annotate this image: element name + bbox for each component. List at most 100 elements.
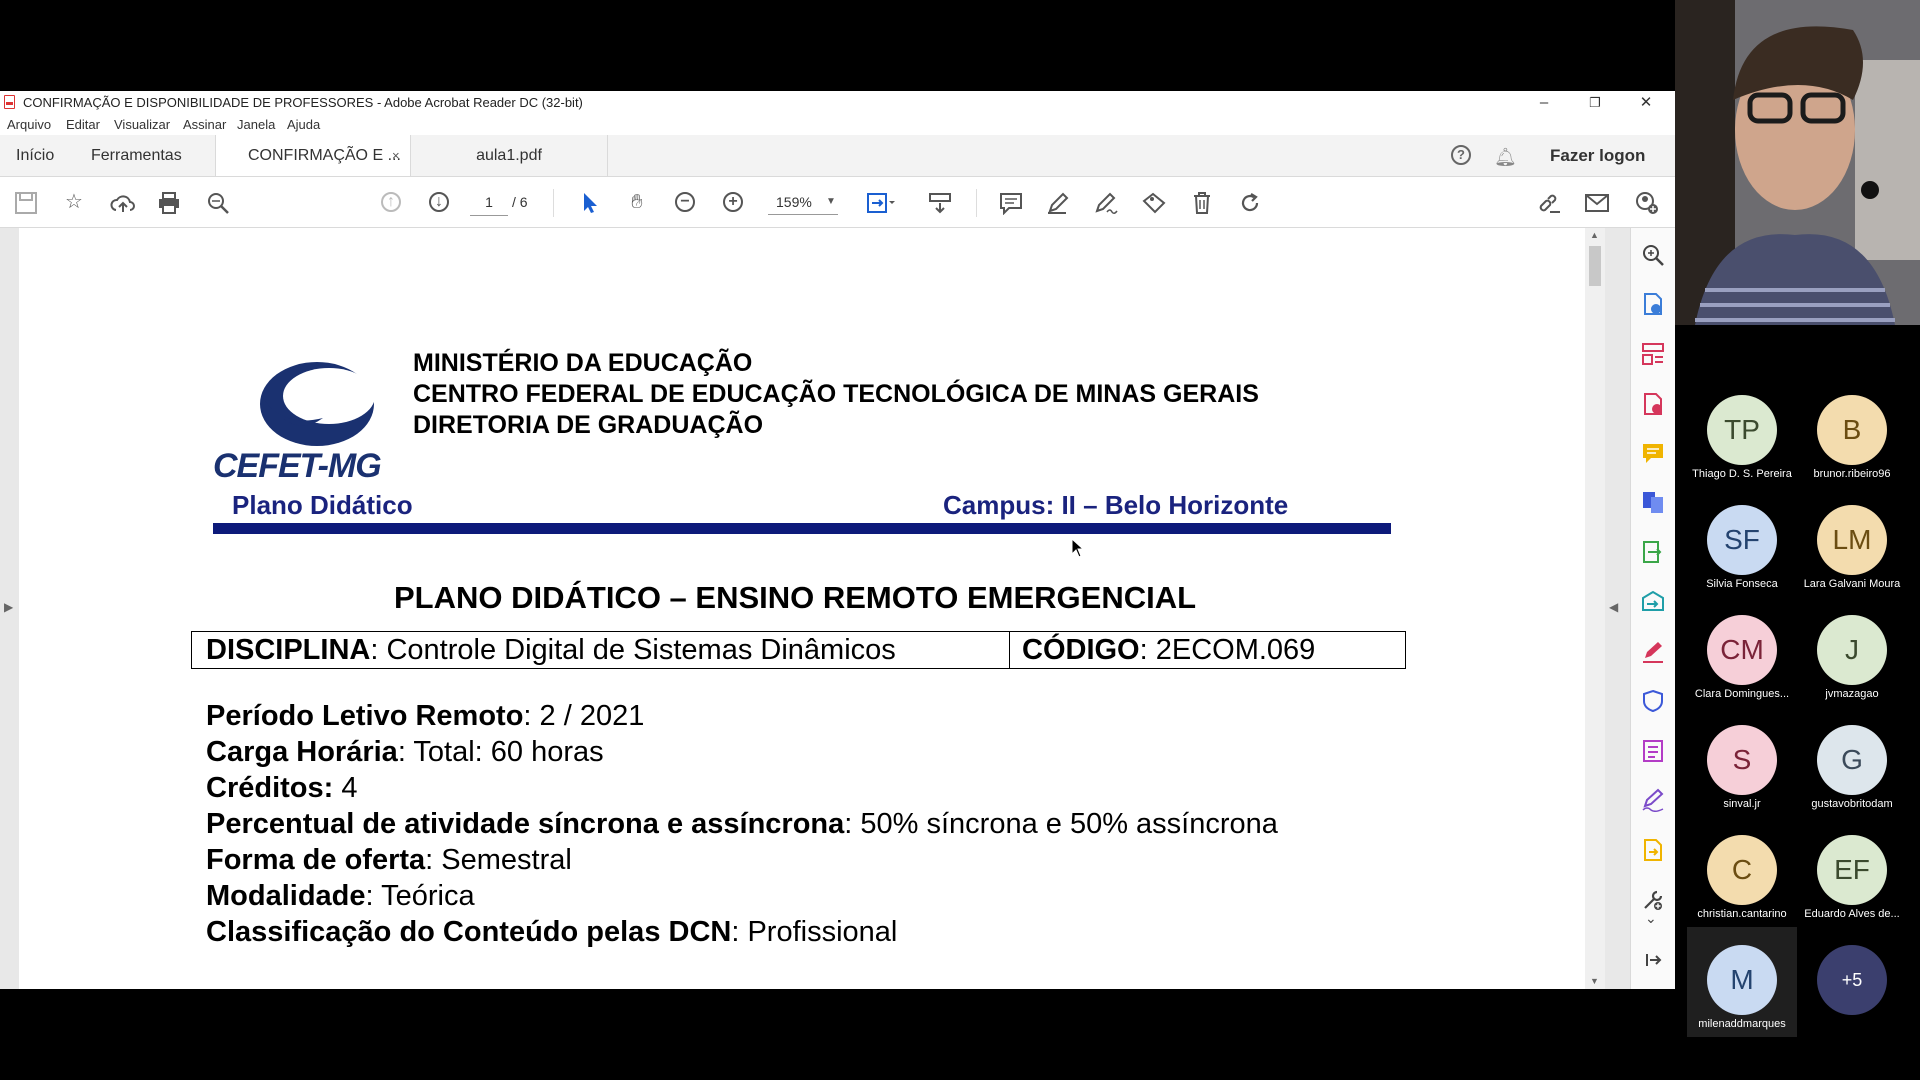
participant-name: Clara Domingues... [1694,688,1790,700]
participant-avatar: CM [1707,615,1777,685]
notification-bell-icon[interactable]: 🔔︎ [1494,147,1517,168]
participant-tile[interactable]: SF Silvia Fonseca [1687,487,1797,597]
participant-tile[interactable]: Mmilenaddmarques [1687,927,1797,1037]
discipline-table: DISCIPLINA: Controle Digital de Sistemas… [191,631,1406,669]
more-tools-icon[interactable] [1641,888,1665,912]
rotate-icon[interactable] [1238,191,1262,215]
close-window-button[interactable]: ✕ [1623,91,1669,115]
info-line-forma: Forma de oferta: Semestral [206,842,572,878]
help-icon[interactable]: ? [1451,145,1471,165]
menu-editar[interactable]: Editar [66,117,100,132]
tab-tools[interactable]: Ferramentas [91,135,182,176]
right-pane-toggle-icon[interactable]: ◀ [1609,600,1618,614]
participant-tile[interactable]: CM Clara Domingues... [1687,597,1797,707]
participant-avatar: TP [1707,395,1777,465]
info-value: : 2 / 2021 [523,700,645,732]
zoom-out-icon[interactable]: − [675,192,695,212]
document-heading: PLANO DIDÁTICO – ENSINO REMOTO EMERGENCI… [394,580,1197,615]
scroll-up-icon[interactable]: ▲ [1590,230,1599,240]
comment-tool-icon[interactable] [1641,441,1665,465]
sign-icon[interactable] [1093,191,1119,215]
comment-icon[interactable] [999,191,1023,215]
participant-tile[interactable]: Jjvmazagao [1797,597,1907,707]
toolbar: ☆ ↑ ↓ 1 / 6 ✋︎ − + 159% ▼ [0,177,1675,228]
restore-button[interactable]: ❐ [1572,91,1618,115]
participant-avatar: LM [1817,505,1887,575]
participant-avatar: G [1817,725,1887,795]
close-tab-icon[interactable]: × [392,135,400,176]
minimize-button[interactable]: – [1521,91,1567,115]
menu-assinar[interactable]: Assinar [183,117,226,132]
participant-avatar: C [1707,835,1777,905]
send-file-icon[interactable] [1641,838,1665,862]
tab-document-aula1[interactable]: aula1.pdf [411,135,608,176]
export-pdf-icon[interactable] [1641,292,1665,316]
participant-tile[interactable]: Ssinval.jr [1687,707,1797,817]
zoom-dropdown-icon[interactable]: ▼ [826,189,836,215]
tab-home[interactable]: Início [16,135,54,176]
cefet-logo-icon [260,362,375,446]
left-pane-toggle-icon[interactable]: ▶ [4,600,13,614]
save-icon[interactable] [14,191,38,215]
organize-pages-icon[interactable] [1641,342,1665,366]
fit-page-icon[interactable] [866,191,896,215]
share-link-icon[interactable] [1536,191,1562,215]
add-user-icon[interactable] [1634,191,1660,215]
center-line: CENTRO FEDERAL DE EDUCAÇÃO TECNOLÓGICA D… [413,380,1259,408]
upload-cloud-icon[interactable] [110,191,136,215]
campus-label: Campus: II – Belo Horizonte [943,490,1289,520]
collapse-pane-icon[interactable] [1641,948,1665,972]
star-icon[interactable]: ☆ [61,189,87,215]
stamp-icon[interactable] [1141,191,1167,215]
tab-document-confirmacao[interactable]: CONFIRMAÇÃO E ... × [215,135,411,176]
zoom-in-icon[interactable]: + [723,192,743,212]
participant-tile[interactable]: Ggustavobritodam [1797,707,1907,817]
participant-tile[interactable]: EF Eduardo Alves de... [1797,817,1907,927]
select-cursor-icon[interactable] [579,191,601,215]
code-label: CÓDIGO [1022,634,1140,666]
forms-icon[interactable] [1641,739,1665,763]
participant-tile[interactable]: Cchristian.cantarino [1687,817,1797,927]
combine-files-icon[interactable] [1641,490,1665,514]
print-icon[interactable] [157,191,181,215]
zoom-search-icon[interactable] [1641,243,1665,267]
participant-name: Silvia Fonseca [1706,578,1778,590]
delete-icon[interactable] [1191,190,1213,216]
participant-tile[interactable]: LM Lara Galvani Moura [1797,487,1907,597]
protect-icon[interactable] [1641,689,1665,713]
search-icon[interactable] [206,191,230,215]
participant-name: sinval.jr [1723,798,1761,810]
scroll-mode-icon[interactable] [928,191,952,215]
page-number-input[interactable]: 1 [470,189,508,216]
participant-tile[interactable]: Bbrunor.ribeiro96 [1797,377,1907,487]
login-button[interactable]: Fazer logon [1550,135,1645,176]
edit-pdf-icon[interactable] [1641,540,1665,564]
menu-visualizar[interactable]: Visualizar [114,117,170,132]
menu-ajuda[interactable]: Ajuda [287,117,320,132]
participant-tile[interactable]: +5 [1797,927,1907,1037]
tab-bar: Início Ferramentas CONFIRMAÇÃO E ... × a… [0,135,1675,177]
document-viewer[interactable]: ▶ CEFET-MG MINISTÉRIO DA EDUCAÇÃO CENTRO… [0,228,1630,989]
highlight-pen-icon[interactable] [1046,191,1070,215]
menu-janela[interactable]: Janela [237,117,275,132]
previous-page-icon[interactable]: ↑ [381,192,401,212]
info-label: Créditos: [206,772,334,804]
acrobat-window: CONFIRMAÇÃO E DISPONIBILIDADE DE PROFESS… [0,91,1676,989]
fill-sign-icon[interactable] [1641,640,1665,664]
sign-tool-icon[interactable] [1641,788,1665,812]
menu-arquivo[interactable]: Arquivo [7,117,51,132]
scrollbar-thumb[interactable] [1589,246,1601,286]
info-label: Classificação do Conteúdo pelas DCN [206,916,732,948]
vertical-scrollbar[interactable]: ▲ ▼ [1585,228,1605,989]
email-icon[interactable] [1584,192,1610,214]
expand-tools-icon[interactable]: ⌄ [1645,910,1657,927]
scroll-down-icon[interactable]: ▼ [1590,976,1599,986]
participant-tile[interactable]: TP Thiago D. S. Pereira [1687,377,1797,487]
logo-text: CEFET-MG [213,447,382,485]
next-page-icon[interactable]: ↓ [429,192,449,212]
tools-pane: ⌄ [1630,228,1676,989]
hand-tool-icon[interactable]: ✋︎ [624,189,650,215]
create-pdf-icon[interactable] [1641,392,1665,416]
info-value: : Teórica [365,880,475,912]
send-for-review-icon[interactable] [1641,590,1665,614]
